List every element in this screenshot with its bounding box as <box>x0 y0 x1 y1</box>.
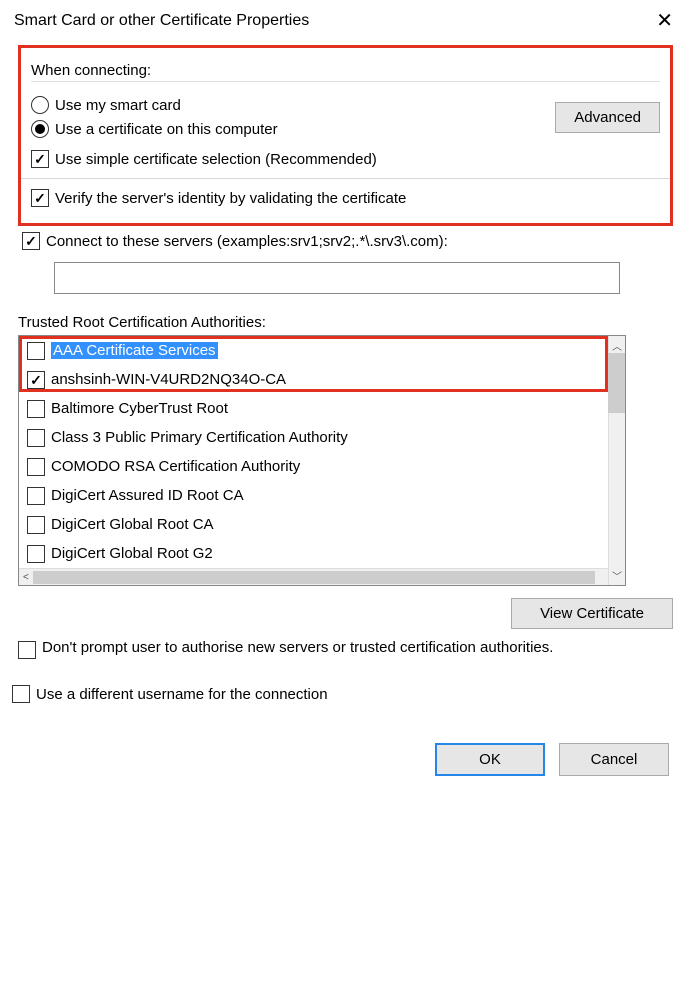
checkbox-different-username-label: Use a different username for the connect… <box>36 686 328 703</box>
checkbox-dont-prompt[interactable] <box>18 641 36 659</box>
servers-input[interactable] <box>54 262 620 294</box>
ca-list-item[interactable]: anshsinh-WIN-V4URD2NQ34O-CA <box>19 365 625 394</box>
ca-list-item[interactable]: DigiCert Assured ID Root CA <box>19 481 625 510</box>
ca-item-label: DigiCert Global Root CA <box>51 516 214 533</box>
checkbox-connect-servers[interactable] <box>22 232 40 250</box>
dialog-title: Smart Card or other Certificate Properti… <box>14 12 309 30</box>
radio-use-computer-cert[interactable] <box>31 120 49 138</box>
advanced-button[interactable]: Advanced <box>555 102 660 133</box>
ca-item-label: COMODO RSA Certification Authority <box>51 458 300 475</box>
divider <box>21 178 670 179</box>
checkbox-verify-identity[interactable] <box>31 189 49 207</box>
trusted-ca-heading: Trusted Root Certification Authorities: <box>18 314 673 331</box>
ca-item-checkbox[interactable] <box>27 487 45 505</box>
ca-list-item[interactable]: Baltimore CyberTrust Root <box>19 394 625 423</box>
trusted-ca-listbox[interactable]: AAA Certificate Services anshsinh-WIN-V4U… <box>18 335 626 586</box>
ca-item-checkbox[interactable] <box>27 545 45 563</box>
checkbox-simple-selection[interactable] <box>31 150 49 168</box>
checkbox-dont-prompt-label: Don't prompt user to authorise new serve… <box>42 639 553 656</box>
checkbox-verify-identity-label: Verify the server's identity by validati… <box>55 190 406 207</box>
checkbox-different-username[interactable] <box>12 685 30 703</box>
checkbox-simple-selection-label: Use simple certificate selection (Recomm… <box>55 151 377 168</box>
scrollbar-thumb[interactable] <box>608 353 625 413</box>
ca-item-label: Class 3 Public Primary Certification Aut… <box>51 429 348 446</box>
ca-item-label: AAA Certificate Services <box>51 342 218 359</box>
ca-list-item[interactable]: AAA Certificate Services <box>19 336 625 365</box>
view-certificate-button[interactable]: View Certificate <box>511 598 673 629</box>
hscroll-thumb[interactable] <box>33 571 595 584</box>
ca-item-label: DigiCert Global Root G2 <box>51 545 213 562</box>
radio-use-smart-card-label: Use my smart card <box>55 97 181 114</box>
connecting-section-highlight: When connecting: Use my smart card Use a… <box>18 45 673 226</box>
ca-item-label: DigiCert Assured ID Root CA <box>51 487 244 504</box>
ca-item-checkbox[interactable] <box>27 429 45 447</box>
ca-item-checkbox[interactable] <box>27 342 45 360</box>
ca-item-label: anshsinh-WIN-V4URD2NQ34O-CA <box>51 371 286 388</box>
when-connecting-heading: When connecting: <box>31 62 660 82</box>
radio-use-smart-card[interactable] <box>31 96 49 114</box>
close-icon[interactable]: ✕ <box>650 8 679 33</box>
checkbox-connect-servers-label: Connect to these servers (examples:srv1;… <box>46 233 448 250</box>
scroll-down-icon[interactable]: ﹀ <box>612 566 622 585</box>
titlebar: Smart Card or other Certificate Properti… <box>0 0 691 39</box>
vertical-scrollbar[interactable]: ︿ ﹀ <box>608 336 625 585</box>
ok-button[interactable]: OK <box>435 743 545 776</box>
ca-item-checkbox[interactable] <box>27 371 45 389</box>
scroll-left-icon[interactable]: < <box>23 570 29 585</box>
ca-list-item[interactable]: COMODO RSA Certification Authority <box>19 452 625 481</box>
ca-list-item[interactable]: DigiCert Global Root CA <box>19 510 625 539</box>
ca-item-label: Baltimore CyberTrust Root <box>51 400 228 417</box>
horizontal-scrollbar[interactable]: < > <box>19 568 625 585</box>
ca-list-item[interactable]: Class 3 Public Primary Certification Aut… <box>19 423 625 452</box>
ca-item-checkbox[interactable] <box>27 516 45 534</box>
ca-item-checkbox[interactable] <box>27 458 45 476</box>
cancel-button[interactable]: Cancel <box>559 743 669 776</box>
dialog-body: When connecting: Use my smart card Use a… <box>0 45 691 794</box>
radio-use-computer-cert-label: Use a certificate on this computer <box>55 121 278 138</box>
ca-list-item[interactable]: DigiCert Global Root G2 <box>19 539 625 568</box>
ca-item-checkbox[interactable] <box>27 400 45 418</box>
